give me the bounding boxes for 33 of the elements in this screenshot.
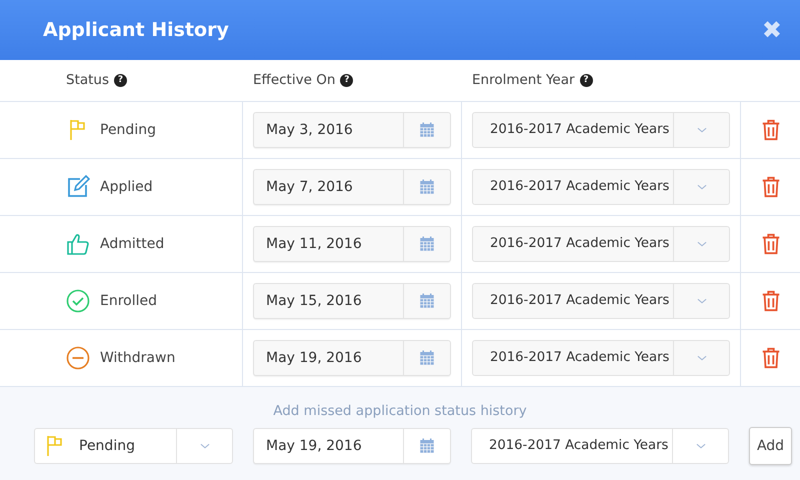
date-field[interactable]: May 7, 2016	[253, 169, 451, 205]
status-label: Applied	[100, 178, 153, 196]
date-field[interactable]: May 11, 2016	[253, 226, 451, 262]
status-dropdown[interactable]: Pending	[34, 428, 233, 464]
column-header: Effective On	[253, 71, 336, 90]
year-dropdown[interactable]: 2016-2017 Academic Years	[472, 283, 730, 319]
help-icon[interactable]: ?	[580, 74, 593, 87]
help-icon[interactable]: ?	[114, 74, 128, 87]
year-dropdown[interactable]: 2016-2017 Academic Years	[472, 169, 730, 205]
calendar-icon	[418, 178, 436, 196]
calendar-icon	[418, 121, 436, 139]
status-label: Admitted	[100, 234, 164, 254]
year-dropdown[interactable]: 2016-2017 Academic Years	[472, 340, 730, 376]
calendar-icon	[418, 292, 436, 310]
hint-text: Add missed application status history	[272, 402, 528, 421]
date-field[interactable]: May 3, 2016	[253, 112, 451, 148]
date-field[interactable]: May 19, 2016	[253, 340, 451, 376]
date-field[interactable]: May 15, 2016	[253, 283, 451, 319]
status-label: Pending	[100, 120, 156, 140]
calendar-icon	[418, 437, 436, 455]
column-header: Status	[66, 71, 110, 90]
year-dropdown[interactable]: 2016-2017 Academic Years	[471, 428, 729, 464]
status-label: Withdrawn	[100, 348, 176, 368]
date-field[interactable]: May 19, 2016	[253, 428, 451, 464]
calendar-icon	[418, 235, 436, 253]
year-dropdown[interactable]: 2016-2017 Academic Years	[472, 112, 730, 148]
window-title: Applicant History	[43, 18, 229, 43]
year-dropdown[interactable]: 2016-2017 Academic Years	[472, 226, 730, 262]
column-header: Enrolment Year	[472, 71, 575, 90]
help-icon[interactable]: ?	[340, 74, 354, 87]
add-button[interactable]: Add	[749, 427, 792, 465]
status-label: Enrolled	[100, 292, 158, 310]
calendar-icon	[418, 349, 436, 367]
